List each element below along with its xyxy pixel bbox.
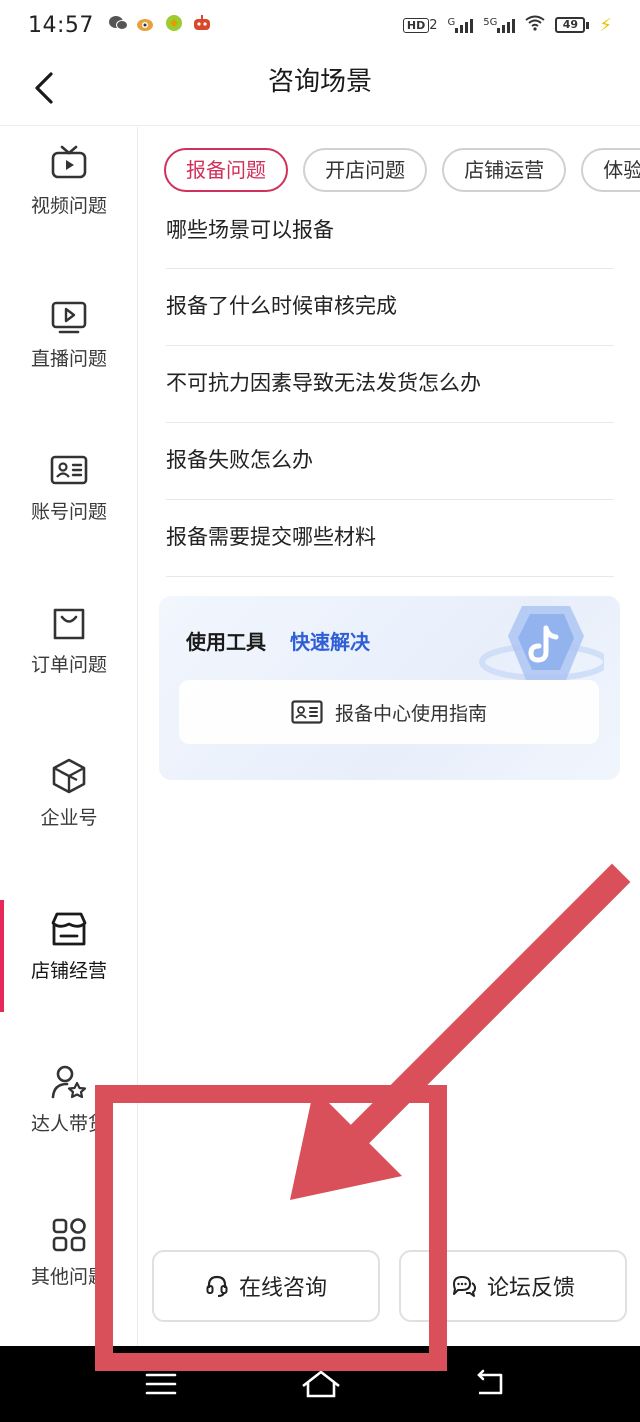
sidebar-item-label: 企业号 — [40, 807, 98, 829]
active-indicator — [0, 900, 4, 1012]
live-play-icon — [51, 301, 87, 334]
sidebar-item-other[interactable]: 其他问题 — [0, 1198, 138, 1318]
forum-feedback-label: 论坛反馈 — [486, 1276, 575, 1301]
list-item[interactable]: 不可抗力因素导致无法发货怎么办 — [166, 346, 614, 423]
filing-guide-label: 报备中心使用指南 — [334, 702, 487, 725]
status-bar: 14:57 HD 2 G 5G 49 ⚡ — [0, 0, 640, 50]
page-header: 咨询场景 — [0, 50, 640, 126]
headset-icon — [206, 1275, 228, 1297]
user-star-icon — [51, 1065, 87, 1099]
shopping-bag-icon — [53, 608, 85, 640]
sidebar-item-label: 订单问题 — [30, 654, 107, 676]
annotation-arrow-head — [290, 1088, 402, 1200]
tool-card: 使用工具 快速解决 报备中心使用指南 — [159, 596, 620, 780]
return-icon — [477, 1369, 503, 1395]
online-consult-label: 在线咨询 — [238, 1276, 327, 1301]
question-list: 哪些场景可以报备 报备了什么时候审核完成 不可抗力因素导致无法发货怎么办 报备失… — [166, 194, 614, 577]
chevron-left-icon — [35, 72, 53, 104]
back-nav-button[interactable] — [464, 1364, 514, 1404]
enterprise-cube-icon — [52, 758, 86, 794]
sidebar-item-live[interactable]: 直播问题 — [0, 280, 138, 400]
tool-card-heading: 使用工具 — [186, 630, 266, 654]
hd-voice-badge: HD 2 — [402, 17, 437, 33]
chat-bubbles-icon — [452, 1276, 476, 1297]
signal-5g-icon: 5G — [483, 17, 516, 33]
storefront-icon — [51, 912, 87, 946]
sidebar-item-label: 其他问题 — [30, 1266, 107, 1288]
sidebar-item-video[interactable]: 视频问题 — [0, 127, 138, 247]
wechat-icon — [108, 14, 128, 37]
tab-store-operation[interactable]: 店铺运营 — [442, 148, 567, 192]
sidebar-item-label: 直播问题 — [30, 348, 107, 370]
topic-tabs: 报备问题 开店问题 店铺运营 体验分 — [164, 148, 640, 194]
sidebar-item-order[interactable]: 订单问题 — [0, 586, 138, 706]
app-leaf-icon — [164, 14, 184, 37]
status-time: 14:57 — [28, 12, 94, 38]
grid-apps-icon — [52, 1218, 86, 1252]
sidebar-item-influencer[interactable]: 达人带货 — [0, 1045, 138, 1165]
home-icon — [302, 1370, 340, 1398]
tab-open-store[interactable]: 开店问题 — [303, 148, 428, 192]
signal-g-icon: G — [447, 17, 474, 33]
charging-bolt-icon: ⚡ — [599, 14, 612, 36]
wifi-icon — [525, 15, 545, 35]
list-item[interactable]: 报备需要提交哪些材料 — [166, 500, 614, 577]
category-sidebar: 视频问题 直播问题 账号问题 订单问题 企业号 店铺经营 达人带货 其他问题 — [0, 127, 138, 1347]
status-notification-icons — [108, 14, 212, 37]
menu-lines-icon — [145, 1373, 177, 1395]
sidebar-item-label: 视频问题 — [30, 195, 107, 217]
weibo-icon — [136, 14, 156, 37]
sidebar-item-label: 账号问题 — [30, 501, 107, 523]
id-card-icon — [50, 455, 88, 485]
sidebar-item-store[interactable]: 店铺经营 — [0, 892, 138, 1012]
list-item[interactable]: 报备了什么时候审核完成 — [166, 269, 614, 346]
page-title: 咨询场景 — [267, 67, 372, 97]
app-mascot-icon — [192, 14, 212, 37]
sidebar-item-label: 达人带货 — [30, 1113, 107, 1135]
menu-button[interactable] — [136, 1364, 186, 1404]
sidebar-item-enterprise[interactable]: 企业号 — [0, 739, 138, 859]
sidebar-item-account[interactable]: 账号问题 — [0, 433, 138, 553]
tab-filing[interactable]: 报备问题 — [164, 148, 288, 192]
back-button[interactable] — [20, 64, 68, 112]
status-system-icons: HD 2 G 5G 49 ⚡ — [402, 14, 612, 36]
online-consult-button[interactable]: 在线咨询 — [152, 1250, 380, 1322]
tab-experience-score[interactable]: 体验分 — [581, 148, 640, 192]
tv-icon — [51, 145, 87, 179]
battery-icon: 49 — [555, 17, 590, 33]
list-item[interactable]: 哪些场景可以报备 — [166, 194, 614, 269]
id-card-icon — [291, 700, 323, 724]
filing-guide-button[interactable]: 报备中心使用指南 — [179, 680, 599, 744]
tool-card-heading-accent: 快速解决 — [290, 630, 370, 654]
forum-feedback-button[interactable]: 论坛反馈 — [399, 1250, 627, 1322]
system-nav-bar — [0, 1346, 640, 1422]
annotation-arrow-shaft — [323, 863, 631, 1171]
list-item[interactable]: 报备失败怎么办 — [166, 423, 614, 500]
home-button[interactable] — [296, 1364, 346, 1404]
sidebar-item-label: 店铺经营 — [30, 960, 107, 982]
